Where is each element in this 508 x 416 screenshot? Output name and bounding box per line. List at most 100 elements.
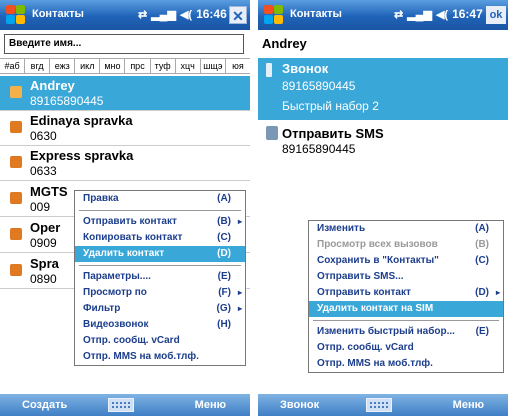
contact-icon bbox=[10, 192, 22, 204]
connectivity-icon[interactable]: ⇄ bbox=[394, 8, 403, 21]
sms-icon bbox=[266, 126, 278, 140]
alphabet-tab[interactable]: туф bbox=[151, 59, 176, 73]
menu-item-shortcut: (A) bbox=[475, 223, 489, 234]
menu-item[interactable]: Отпр. сообщ. vCard bbox=[75, 333, 245, 349]
menu-item[interactable]: Отправить контакт (D) ▸ bbox=[309, 285, 503, 301]
menu-item-label: Копировать контакт bbox=[83, 232, 183, 243]
menu-item[interactable]: Отпр. MMS на моб.тлф. bbox=[75, 349, 245, 365]
call-softkey[interactable]: Звонок bbox=[280, 399, 319, 411]
volume-icon[interactable]: ◀( bbox=[436, 8, 448, 21]
menu-item[interactable]: Изменить быстрый набор... (E) bbox=[309, 324, 503, 340]
contact-name: Oper bbox=[30, 220, 61, 235]
context-menu: Изменить (A) Просмотр всех вызовов (B) Сохра… bbox=[308, 220, 504, 373]
menu-item[interactable]: Отправить контакт (B) ▸ bbox=[75, 214, 245, 230]
menu-item-label: Изменить быстрый набор... bbox=[317, 326, 455, 337]
menu-item[interactable]: Правка (A) bbox=[75, 191, 245, 207]
mobile-phone-icon bbox=[266, 63, 272, 77]
menu-softkey[interactable]: Меню bbox=[453, 399, 484, 411]
menu-item[interactable]: Просмотр по (F) ▸ bbox=[75, 285, 245, 301]
menu-separator bbox=[79, 210, 241, 211]
menu-item-shortcut: (E) bbox=[217, 271, 231, 282]
menu-item[interactable]: Отправить SMS... bbox=[309, 269, 503, 285]
status-area: ⇄ ▂▄▆ ◀( 16:46 bbox=[138, 7, 227, 21]
menu-item: Просмотр всех вызовов (B) bbox=[309, 237, 503, 253]
menu-item[interactable]: Отпр. MMS на моб.тлф. bbox=[309, 356, 503, 372]
alphabet-tab[interactable]: ежз bbox=[50, 59, 76, 73]
alphabet-tab[interactable]: юя bbox=[226, 59, 250, 73]
menu-item-shortcut: (D) bbox=[475, 287, 489, 298]
menu-item-label: Фильтр bbox=[83, 303, 121, 314]
call-action-row[interactable]: Звонок 89165890445 Быстрый набор 2 bbox=[258, 58, 508, 120]
alphabet-tab[interactable]: икл bbox=[75, 59, 101, 73]
alphabet-tab[interactable]: #аб bbox=[0, 59, 26, 73]
search-input[interactable]: Введите имя... bbox=[4, 34, 244, 54]
sms-number: 89165890445 bbox=[282, 142, 356, 156]
contact-phone: 009 bbox=[30, 200, 51, 214]
keyboard-icon[interactable] bbox=[108, 398, 134, 412]
signal-icon[interactable]: ▂▄▆ bbox=[151, 8, 176, 21]
call-label: Звонок bbox=[282, 61, 329, 76]
contact-row[interactable]: Express spravka 0633 bbox=[0, 146, 250, 181]
menu-item-label: Видеозвонок bbox=[83, 319, 149, 330]
alphabet-tab[interactable]: шщэ bbox=[201, 59, 226, 73]
windows-start-icon[interactable] bbox=[6, 5, 26, 25]
contact-icon bbox=[10, 156, 22, 168]
menu-item-shortcut: (B) bbox=[475, 239, 489, 250]
menu-item-label: Отпр. сообщ. vCard bbox=[317, 342, 414, 353]
call-number: 89165890445 bbox=[282, 79, 356, 93]
menu-item[interactable]: Фильтр (G) ▸ bbox=[75, 301, 245, 317]
keyboard-icon[interactable] bbox=[366, 398, 392, 412]
menu-separator bbox=[79, 265, 241, 266]
menu-item[interactable]: Удалить контакт (D) bbox=[75, 246, 245, 262]
contact-phone: 0890 bbox=[30, 272, 57, 286]
menu-item-label: Правка bbox=[83, 193, 119, 204]
contact-icon bbox=[10, 121, 22, 133]
alphabet-tab[interactable]: вгд bbox=[25, 59, 51, 73]
status-area: ⇄ ▂▄▆ ◀( 16:47 bbox=[394, 7, 483, 21]
contact-icon bbox=[10, 264, 22, 276]
signal-icon[interactable]: ▂▄▆ bbox=[407, 8, 432, 21]
app-title: Контакты bbox=[32, 8, 84, 20]
menu-item-label: Параметры.... bbox=[83, 271, 151, 282]
submenu-arrow-icon: ▸ bbox=[237, 304, 242, 313]
menu-item-shortcut: (F) bbox=[218, 287, 231, 298]
menu-item-label: Удалить контакт на SIM bbox=[317, 303, 434, 314]
connectivity-icon[interactable]: ⇄ bbox=[138, 8, 147, 21]
menu-item[interactable]: Удалить контакт на SIM bbox=[309, 301, 503, 317]
create-softkey[interactable]: Создать bbox=[22, 399, 67, 411]
menu-softkey[interactable]: Меню bbox=[195, 399, 226, 411]
menu-item-label: Отправить SMS... bbox=[317, 271, 404, 282]
menu-item[interactable]: Отпр. сообщ. vCard bbox=[309, 340, 503, 356]
contact-row[interactable]: Edinaya spravka 0630 bbox=[0, 111, 250, 146]
menu-item-label: Просмотр всех вызовов bbox=[317, 239, 438, 250]
contact-phone: 0909 bbox=[30, 236, 57, 250]
contact-name: Edinaya spravka bbox=[30, 113, 133, 128]
clock[interactable]: 16:47 bbox=[452, 7, 483, 21]
menu-item[interactable]: Изменить (A) bbox=[309, 221, 503, 237]
menu-item[interactable]: Видеозвонок (H) bbox=[75, 317, 245, 333]
alphabet-tab[interactable]: прс bbox=[125, 59, 151, 73]
alphabet-bar: #аб вгд ежз икл мно прс туф хцч шщэ юя bbox=[0, 58, 250, 74]
menu-item-shortcut: (C) bbox=[475, 255, 489, 266]
windows-start-icon[interactable] bbox=[264, 5, 284, 25]
menu-item-shortcut: (B) bbox=[217, 216, 231, 227]
softkey-bar: Звонок Меню bbox=[258, 394, 508, 416]
contact-row[interactable]: Andrey 89165890445 bbox=[0, 76, 250, 111]
contact-name: Spra bbox=[30, 256, 59, 271]
menu-item[interactable]: Сохранить в "Контакты" (C) bbox=[309, 253, 503, 269]
alphabet-tab[interactable]: хцч bbox=[176, 59, 201, 73]
menu-item-shortcut: (H) bbox=[217, 319, 231, 330]
submenu-arrow-icon: ▸ bbox=[237, 288, 242, 297]
contact-header-name: Andrey bbox=[262, 36, 307, 51]
close-button[interactable]: ✕ bbox=[229, 6, 247, 24]
clock[interactable]: 16:46 bbox=[196, 7, 227, 21]
menu-item-shortcut: (A) bbox=[217, 193, 231, 204]
menu-item[interactable]: Параметры.... (E) bbox=[75, 269, 245, 285]
menu-item[interactable]: Копировать контакт (C) bbox=[75, 230, 245, 246]
ok-button[interactable]: ok bbox=[486, 6, 506, 24]
menu-item-label: Просмотр по bbox=[83, 287, 147, 298]
sms-action-row[interactable]: Отправить SMS 89165890445 bbox=[258, 122, 508, 158]
volume-icon[interactable]: ◀( bbox=[180, 8, 192, 21]
alphabet-tab[interactable]: мно bbox=[100, 59, 126, 73]
softkey-bar: Создать Меню bbox=[0, 394, 250, 416]
